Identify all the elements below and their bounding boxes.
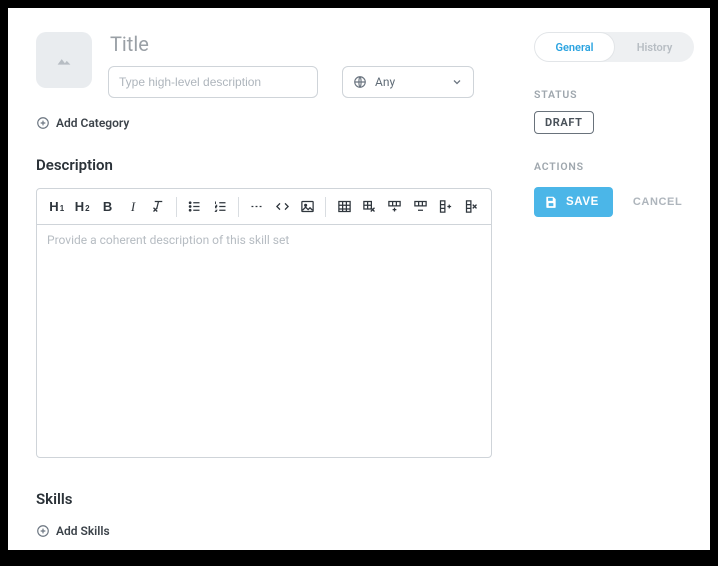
toolbar-separator [238, 197, 239, 217]
table-button[interactable] [332, 195, 355, 219]
add-skills-button[interactable]: Add Skills [36, 524, 492, 538]
save-button-label: SAVE [566, 196, 599, 208]
status-label: STATUS [534, 88, 686, 101]
delete-table-button[interactable] [358, 195, 381, 219]
type-select[interactable]: Any [342, 66, 474, 98]
tab-history[interactable]: History [615, 32, 694, 62]
table-icon [337, 199, 352, 214]
code-icon [275, 199, 290, 214]
code-button[interactable] [270, 195, 293, 219]
add-row-icon [387, 199, 402, 214]
h2-button[interactable]: H2 [70, 195, 93, 219]
clear-format-icon [151, 199, 166, 214]
image-icon [300, 199, 315, 214]
bullet-list-icon [187, 199, 202, 214]
clear-format-button[interactable] [147, 195, 170, 219]
add-column-icon [438, 199, 453, 214]
description-heading: Description [36, 156, 492, 174]
chevron-down-icon [451, 76, 463, 88]
page-root: Title Any [8, 8, 710, 550]
toolbar-separator [325, 197, 326, 217]
save-icon [544, 195, 558, 209]
editor-body[interactable]: Provide a coherent description of this s… [37, 225, 491, 457]
side-panel: General History STATUS DRAFT ACTIONS SAV… [520, 8, 710, 550]
image-button[interactable] [296, 195, 319, 219]
plus-circle-icon [36, 524, 50, 538]
editor-toolbar: H1 H2 B I [37, 189, 491, 225]
actions-row: SAVE CANCEL [534, 187, 686, 217]
add-column-button[interactable] [434, 195, 457, 219]
plus-circle-icon [36, 116, 50, 130]
h1-button[interactable]: H1 [45, 195, 68, 219]
globe-icon [353, 75, 367, 89]
toolbar-separator [176, 197, 177, 217]
rich-text-editor: H1 H2 B I [36, 188, 492, 458]
bold-button[interactable]: B [96, 195, 119, 219]
actions-label: ACTIONS [534, 160, 686, 173]
hr-icon [249, 199, 264, 214]
delete-column-button[interactable] [460, 195, 483, 219]
image-placeholder-icon [53, 49, 75, 71]
header-row: Title Any [36, 32, 492, 98]
status-chip: DRAFT [534, 111, 594, 134]
tab-general[interactable]: General [534, 32, 615, 62]
high-level-description-text[interactable] [119, 75, 307, 89]
delete-row-button[interactable] [409, 195, 432, 219]
add-row-button[interactable] [383, 195, 406, 219]
delete-column-icon [464, 199, 479, 214]
hr-button[interactable] [245, 195, 268, 219]
main-column: Title Any [8, 8, 520, 550]
type-select-left: Any [353, 75, 395, 89]
save-button[interactable]: SAVE [534, 187, 613, 217]
italic-button[interactable]: I [121, 195, 144, 219]
add-skills-label: Add Skills [56, 524, 110, 538]
bullet-list-button[interactable] [183, 195, 206, 219]
cancel-button[interactable]: CANCEL [633, 196, 682, 208]
delete-row-icon [413, 199, 428, 214]
ordered-list-icon [213, 199, 228, 214]
header-fields: Title Any [108, 32, 492, 98]
add-category-button[interactable]: Add Category [36, 116, 492, 130]
delete-table-icon [362, 199, 377, 214]
title-input[interactable]: Title [108, 32, 492, 56]
add-category-label: Add Category [56, 116, 129, 130]
side-tabs: General History [534, 32, 694, 62]
thumbnail-placeholder[interactable] [36, 32, 92, 88]
skills-heading: Skills [36, 490, 492, 508]
header-row-2: Any [108, 66, 492, 98]
type-select-value: Any [375, 75, 395, 89]
ordered-list-button[interactable] [209, 195, 232, 219]
high-level-description-input[interactable] [108, 66, 318, 98]
